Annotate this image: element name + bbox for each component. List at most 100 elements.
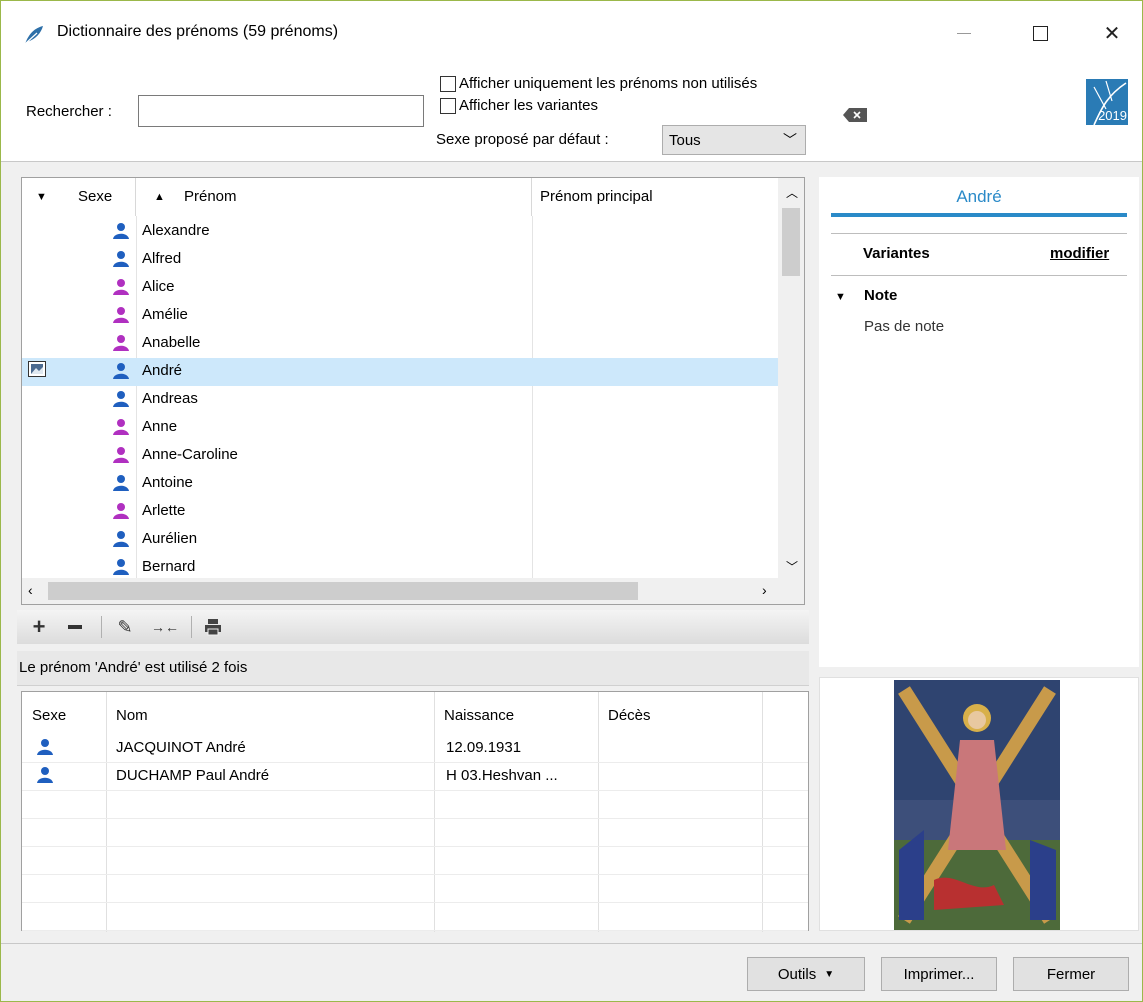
remove-button[interactable] bbox=[63, 616, 87, 638]
first-name: Andreas bbox=[142, 390, 198, 407]
sort-asc-icon: ▲ bbox=[154, 191, 165, 203]
first-name: André bbox=[142, 362, 183, 379]
maximize-button[interactable] bbox=[1017, 15, 1063, 51]
male-person-icon bbox=[112, 474, 130, 492]
default-sex-value: Tous bbox=[669, 132, 701, 149]
only-unused-label: Afficher uniquement les prénoms non util… bbox=[459, 75, 758, 92]
toolbar-separator bbox=[191, 616, 192, 638]
detail-name: André bbox=[956, 187, 1002, 206]
table-row[interactable]: Alexandre bbox=[22, 218, 779, 246]
people-table: Sexe Nom Naissance Décès JACQUINOT André… bbox=[21, 691, 809, 932]
detail-accent-bar bbox=[831, 213, 1127, 217]
scroll-thumb[interactable] bbox=[782, 208, 800, 276]
plus-icon: + bbox=[32, 614, 46, 639]
table-row bbox=[22, 818, 808, 847]
collapse-triangle-icon: ▼ bbox=[835, 291, 846, 303]
table-row[interactable]: Antoine bbox=[22, 470, 779, 498]
male-person-icon bbox=[112, 530, 130, 548]
horizontal-scrollbar[interactable]: ‹ › bbox=[22, 578, 804, 604]
close-button[interactable]: Fermer bbox=[1013, 957, 1129, 991]
column-header-name[interactable]: Nom bbox=[116, 692, 148, 740]
male-person-icon bbox=[112, 222, 130, 240]
first-name: Amélie bbox=[142, 306, 188, 323]
print-button[interactable]: Imprimer... bbox=[881, 957, 997, 991]
first-name: Alfred bbox=[142, 250, 182, 267]
table-row[interactable]: Alfred bbox=[22, 246, 779, 274]
maximize-icon bbox=[1032, 25, 1048, 41]
first-name: Alice bbox=[142, 278, 175, 295]
toolbar-separator bbox=[101, 616, 102, 638]
default-sex-select[interactable]: Tous ﹀ bbox=[662, 125, 806, 155]
scroll-down-icon: ﹀ bbox=[786, 560, 799, 574]
column-header-death[interactable]: Décès bbox=[608, 692, 651, 740]
column-header-sex[interactable]: ▼ Sexe bbox=[22, 178, 136, 216]
note-text: Pas de note bbox=[864, 318, 945, 335]
scroll-thumb[interactable] bbox=[48, 582, 638, 600]
female-person-icon bbox=[112, 418, 130, 436]
usage-status: Le prénom 'André' est utilisé 2 fois bbox=[17, 651, 809, 686]
image-icon bbox=[28, 361, 46, 377]
tools-menu-button[interactable]: Outils ▼ bbox=[747, 957, 865, 991]
table-row[interactable]: André bbox=[22, 358, 779, 386]
names-dictionary-window: Dictionnaire des prénoms (59 prénoms) ✕ … bbox=[0, 0, 1143, 1002]
close-window-button[interactable]: ✕ bbox=[1089, 15, 1135, 51]
column-header-birth[interactable]: Naissance bbox=[444, 692, 514, 740]
female-person-icon bbox=[112, 446, 130, 464]
table-row[interactable]: Andreas bbox=[22, 386, 779, 414]
table-row[interactable]: Alice bbox=[22, 274, 779, 302]
male-person-icon bbox=[112, 558, 130, 576]
search-label: Rechercher : bbox=[26, 103, 112, 120]
close-icon: ✕ bbox=[1103, 22, 1121, 45]
detail-panel: André Variantes modifier ▼ Note Pas de n… bbox=[819, 177, 1139, 667]
first-name: Arlette bbox=[142, 502, 186, 519]
name-image-panel bbox=[819, 677, 1139, 931]
names-table: ▼ Sexe ▲ Prénom Prénom principal Alexand… bbox=[21, 177, 805, 605]
table-row[interactable]: Anne-Caroline bbox=[22, 442, 779, 470]
app-feather-icon bbox=[23, 25, 45, 45]
column-header-sex[interactable]: Sexe bbox=[32, 692, 66, 740]
table-row[interactable]: Aurélien bbox=[22, 526, 779, 554]
table-row bbox=[22, 874, 808, 903]
scroll-up-icon: ︿ bbox=[786, 186, 799, 200]
modify-variants-link[interactable]: modifier bbox=[1050, 245, 1109, 262]
table-row bbox=[22, 846, 808, 875]
pencil-icon: ✎ bbox=[117, 616, 133, 637]
app-logo: 2019 bbox=[1086, 79, 1128, 126]
table-row[interactable]: Anabelle bbox=[22, 330, 779, 358]
column-header-main-name[interactable]: Prénom principal bbox=[532, 178, 779, 216]
search-input[interactable] bbox=[138, 95, 424, 127]
vertical-scrollbar[interactable]: ︿ ﹀ bbox=[778, 178, 804, 580]
printer-icon bbox=[205, 619, 221, 636]
table-row[interactable]: Anne bbox=[22, 414, 779, 442]
column-header-name[interactable]: ▲ Prénom bbox=[136, 178, 532, 216]
table-row[interactable]: JACQUINOT André 12.09.1931 bbox=[22, 734, 808, 763]
first-name: Anabelle bbox=[142, 334, 201, 351]
minus-icon bbox=[68, 625, 82, 629]
scroll-left-icon: ‹ bbox=[28, 582, 33, 598]
detail-divider bbox=[831, 233, 1127, 234]
show-variants-checkbox[interactable] bbox=[440, 98, 456, 114]
note-label: Note bbox=[864, 287, 898, 304]
male-person-icon bbox=[112, 362, 130, 380]
male-person-icon bbox=[112, 390, 130, 408]
table-row[interactable]: Arlette bbox=[22, 498, 779, 526]
default-sex-label: Sexe proposé par défaut : bbox=[436, 131, 609, 148]
minimize-icon bbox=[957, 32, 971, 34]
first-name: Antoine bbox=[142, 474, 193, 491]
male-person-icon bbox=[36, 766, 54, 788]
table-row[interactable]: Amélie bbox=[22, 302, 779, 330]
merge-button[interactable]: →← bbox=[151, 616, 179, 638]
minimize-button[interactable] bbox=[941, 15, 987, 51]
note-toggle[interactable]: ▼ bbox=[835, 287, 846, 304]
first-name: Aurélien bbox=[142, 530, 198, 547]
table-row[interactable]: DUCHAMP Paul André H 03.Heshvan ... bbox=[22, 762, 808, 791]
add-button[interactable]: + bbox=[27, 614, 51, 639]
birth-date: H 03.Heshvan ... bbox=[446, 767, 558, 784]
only-unused-checkbox[interactable] bbox=[440, 76, 456, 92]
merge-arrows-icon: →← bbox=[151, 619, 179, 635]
sort-desc-icon: ▼ bbox=[36, 191, 47, 203]
detail-divider bbox=[831, 275, 1127, 276]
clear-search-icon[interactable] bbox=[842, 107, 868, 123]
print-list-button[interactable] bbox=[201, 616, 225, 638]
edit-button[interactable]: ✎ bbox=[113, 616, 137, 638]
